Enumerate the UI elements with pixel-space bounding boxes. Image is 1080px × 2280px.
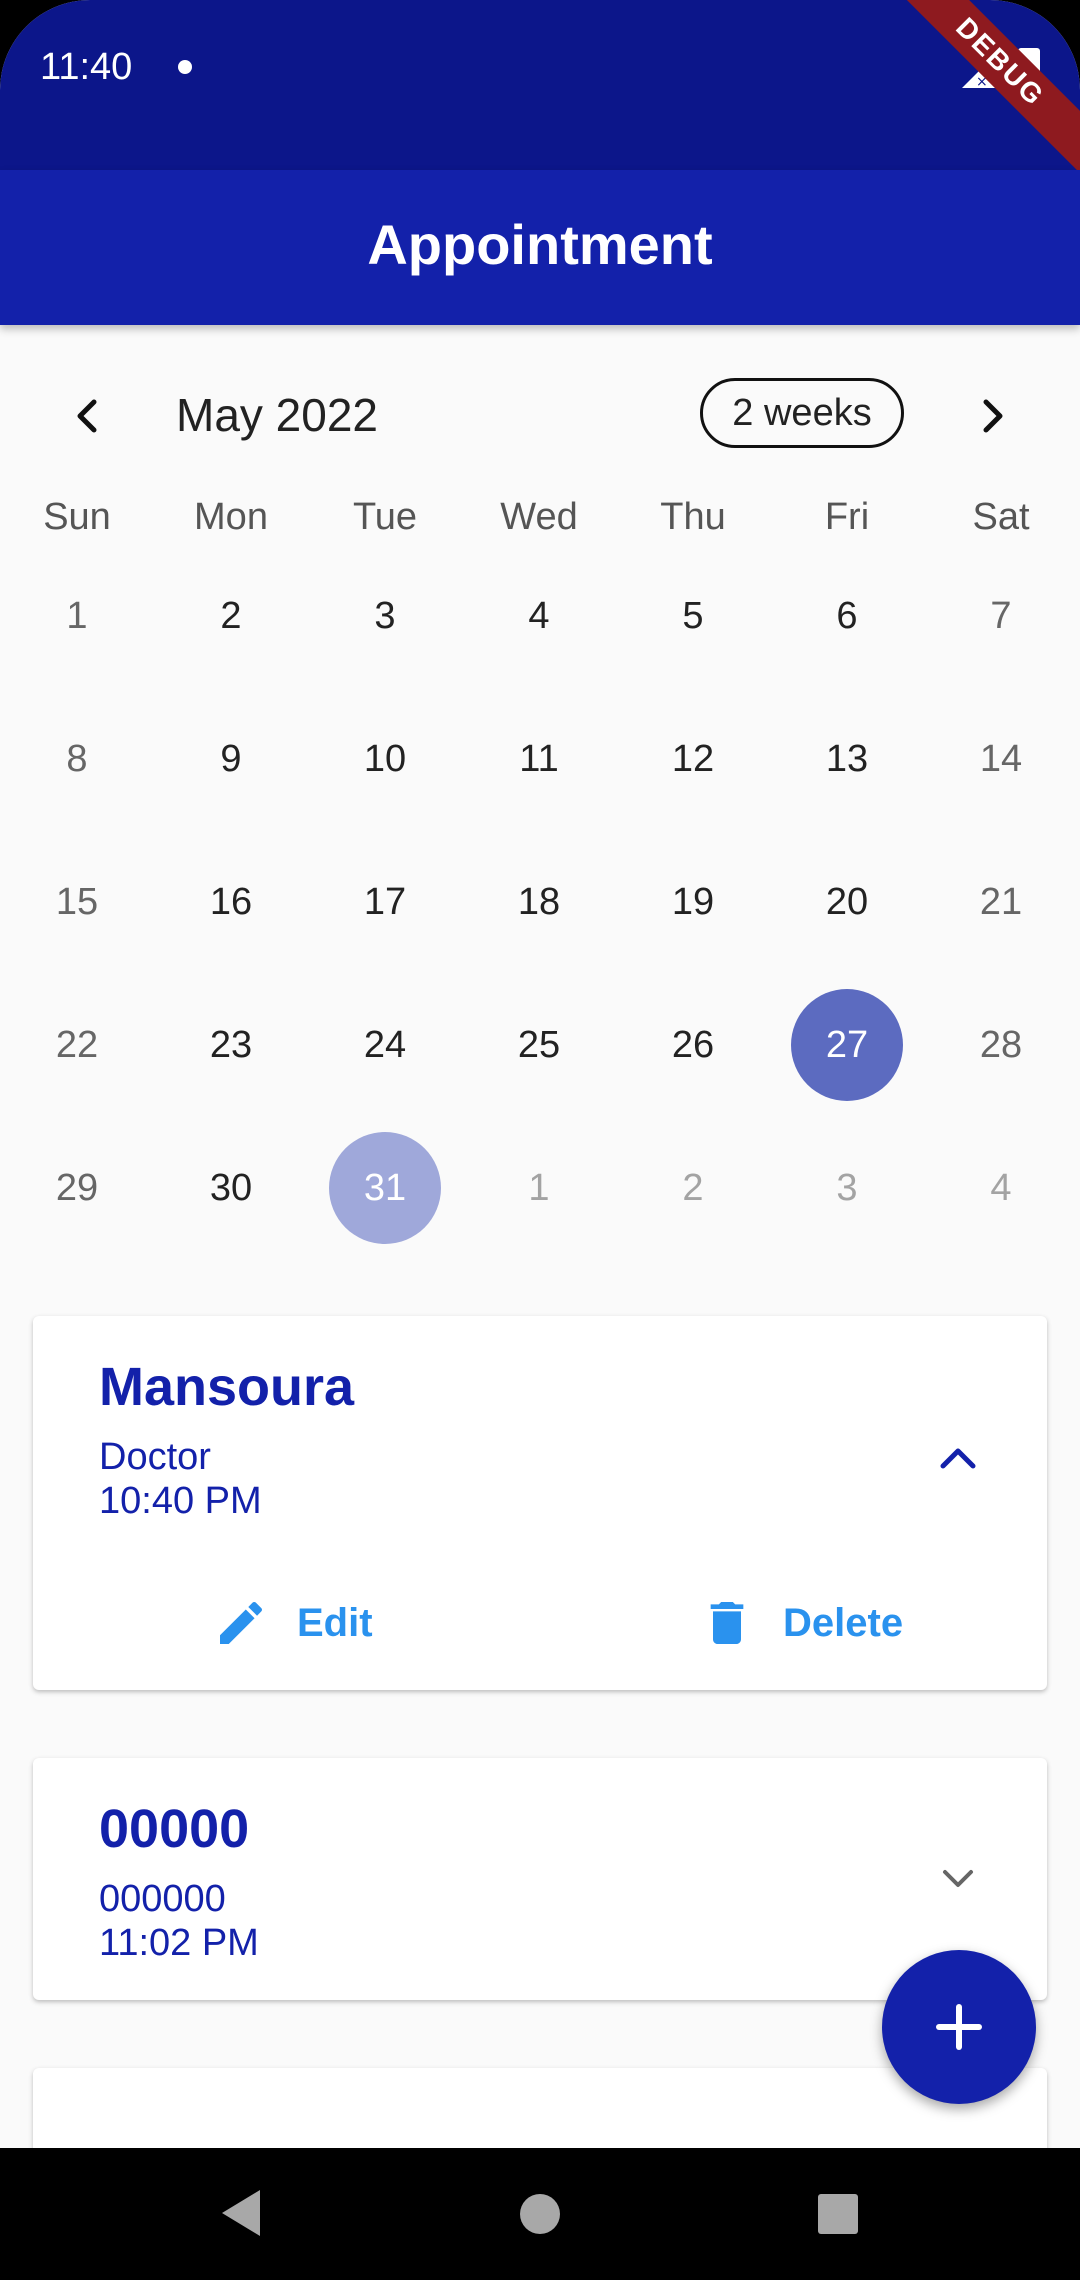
appointment-time: 10:40 PM [99,1480,262,1522]
app-title: Appointment [367,213,713,276]
calendar-day[interactable]: 2 [175,560,287,672]
appointment-subtitle: 000000 [99,1878,226,1920]
app-bar: Appointment [0,170,1080,325]
delete-button[interactable]: Delete [699,1588,903,1658]
calendar-day[interactable]: 9 [175,703,287,815]
chevron-up-icon[interactable] [933,1434,983,1484]
calendar-day[interactable]: 3 [329,560,441,672]
edit-button[interactable]: Edit [213,1588,373,1658]
delete-label: Delete [783,1600,904,1645]
calendar-day[interactable]: 30 [175,1132,287,1244]
calendar-day[interactable]: 17 [329,846,441,958]
status-bar: 11:40 × DEBUG [0,0,1080,184]
weekday-label: Sun [43,496,111,538]
calendar-day[interactable]: 24 [329,989,441,1101]
system-nav-bar [0,2148,1080,2280]
back-icon[interactable] [218,2186,262,2240]
calendar-day[interactable]: 5 [637,560,749,672]
calendar-day[interactable]: 25 [483,989,595,1101]
calendar-format-button[interactable]: 2 weeks [700,378,904,448]
chevron-left-icon [77,399,97,433]
calendar-day[interactable]: 20 [791,846,903,958]
calendar-day[interactable]: 18 [483,846,595,958]
appointment-title: 00000 [99,1799,250,1859]
appointment-subtitle: Doctor [99,1436,211,1478]
notification-dot-icon [178,60,192,74]
calendar-day[interactable]: 12 [637,703,749,815]
previous-month-button[interactable] [60,388,116,444]
calendar-day[interactable]: 26 [637,989,749,1101]
calendar-day[interactable]: 7 [945,560,1057,672]
calendar-day[interactable]: 29 [21,1132,133,1244]
calendar-header: May 2022 2 weeks [0,370,1080,460]
calendar-day[interactable]: 1 [21,560,133,672]
appointment-title: Mansoura [99,1357,355,1417]
add-appointment-button[interactable] [882,1950,1036,2104]
calendar-day[interactable]: 15 [21,846,133,958]
next-month-button[interactable] [964,388,1020,444]
calendar-day[interactable]: 28 [945,989,1057,1101]
status-time: 11:40 [40,46,133,88]
weekday-label: Thu [660,496,726,538]
recent-apps-icon[interactable] [818,2194,858,2234]
calendar-day[interactable]: 21 [945,846,1057,958]
edit-label: Edit [297,1600,373,1645]
pencil-icon [220,1601,263,1644]
weekday-label: Sat [972,496,1030,538]
weekday-row: Sun Mon Tue Wed Thu Fri Sat [0,496,1080,556]
home-icon[interactable] [520,2194,560,2234]
plus-icon [936,2004,982,2050]
calendar-day[interactable]: 22 [21,989,133,1101]
weekday-label: Tue [352,496,418,538]
chevron-down-icon[interactable] [933,1854,983,1904]
calendar-day[interactable]: 6 [791,560,903,672]
calendar-day[interactable]: 31 [329,1132,441,1244]
appointment-card[interactable]: Mansoura Doctor 10:40 PM Edit Delete [33,1316,1047,1690]
calendar-day[interactable]: 8 [21,703,133,815]
calendar-day[interactable]: 13 [791,703,903,815]
calendar-day[interactable]: 14 [945,703,1057,815]
app-screen: 11:40 × DEBUG Appointment May 2022 2 wee… [0,0,1080,2280]
weekday-label: Mon [194,496,268,538]
weekday-label: Wed [500,496,578,538]
weekday-label: Fri [824,496,870,538]
month-label: May 2022 [176,389,379,441]
appointment-time: 11:02 PM [99,1922,259,1964]
appointment-card[interactable]: 00000 000000 11:02 PM [33,1758,1047,2000]
calendar-day[interactable]: 16 [175,846,287,958]
calendar-day[interactable]: 4 [483,560,595,672]
calendar-day[interactable]: 3 [791,1132,903,1244]
chevron-right-icon [983,399,1003,433]
calendar-day[interactable]: 2 [637,1132,749,1244]
calendar-day[interactable]: 4 [945,1132,1057,1244]
calendar-day[interactable]: 19 [637,846,749,958]
calendar-day[interactable]: 1 [483,1132,595,1244]
calendar-day[interactable]: 11 [483,703,595,815]
debug-banner: DEBUG [878,0,1080,184]
calendar-day[interactable]: 23 [175,989,287,1101]
trash-icon [710,1602,744,1644]
calendar-day[interactable]: 10 [329,703,441,815]
calendar-day[interactable]: 27 [791,989,903,1101]
